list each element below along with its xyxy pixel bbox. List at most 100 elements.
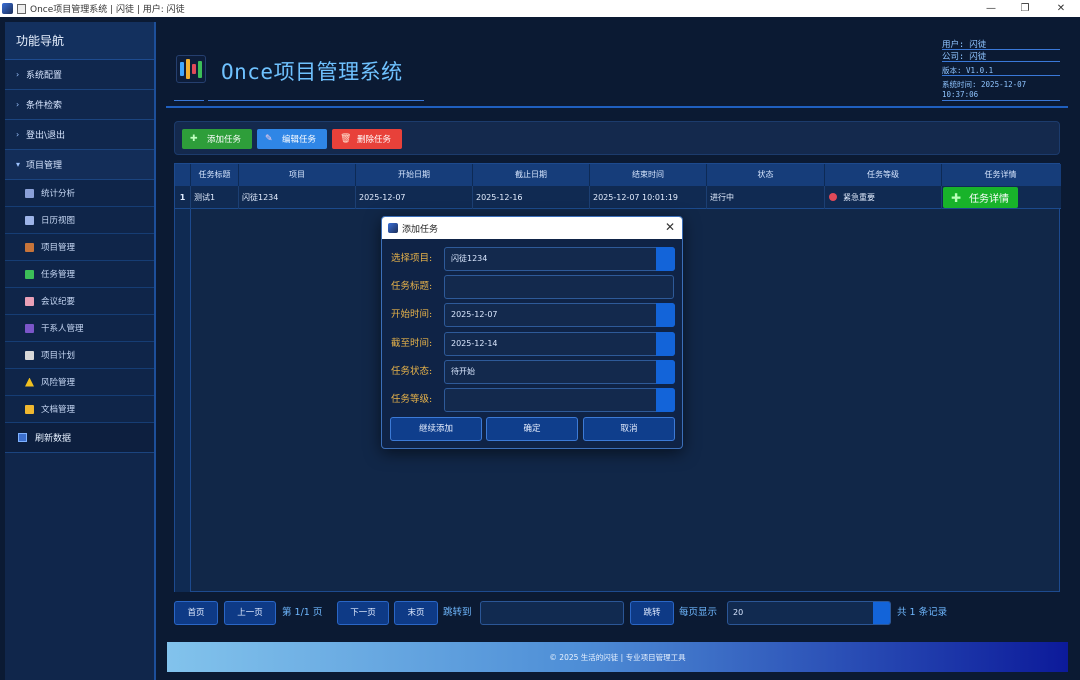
sidebar-subitem-statistics[interactable]: 统计分析 (5, 180, 154, 207)
sidebar-subitem-project-plan[interactable]: 项目计划 (5, 342, 154, 369)
last-page-button[interactable]: 末页 (394, 601, 438, 625)
deadline-date-picker[interactable]: 2025-12-14 (444, 332, 675, 356)
window-title-bar: Once项目管理系统 | 闪徒 | 用户: 闪徒 — ❐ ✕ (0, 0, 1080, 17)
column-header-title[interactable]: 任务标题 (191, 164, 239, 186)
sidebar-subitem-meeting-notes[interactable]: 会议纪要 (5, 288, 154, 315)
sidebar-subitem-risk[interactable]: 风险管理 (5, 369, 154, 396)
header: Once项目管理系统 用户: 闪徒 公司: 闪徒 版本: V1.0.1 系统时间… (166, 22, 1068, 108)
delete-task-label: 删除任务 (357, 135, 392, 145)
start-date-picker[interactable]: 2025-12-07 (444, 303, 675, 327)
sidebar-item-label: 条件检索 (26, 101, 63, 111)
dropdown-arrow-icon (656, 303, 675, 327)
refresh-data-button[interactable]: 刷新数据 (5, 423, 154, 453)
chevron-right-icon: › (16, 70, 20, 79)
sidebar-subitem-label: 项目计划 (41, 351, 76, 361)
system-time: 系统时间: 2025-12-07 10:37:06 (942, 80, 1027, 99)
cell-level-label: 紧急重要 (843, 193, 875, 202)
sidebar-subitem-label: 风险管理 (41, 378, 76, 388)
close-icon[interactable]: ✕ (665, 220, 675, 234)
document-icon (17, 3, 26, 14)
sidebar-item-logout[interactable]: › 登出\退出 (5, 120, 154, 150)
dialog-title: 添加任务 (402, 224, 439, 235)
app-icon (2, 3, 13, 14)
column-header-project[interactable]: 项目 (239, 164, 356, 186)
table-row[interactable]: 1 测试1 闪徒1234 2025-12-07 2025-12-16 2025-… (175, 186, 1061, 209)
add-task-button[interactable]: ✚ 添加任务 (182, 129, 252, 149)
add-task-dialog: 添加任务 ✕ 选择项目: 闪徒1234 任务标题: 开始时间: 2025-12-… (381, 216, 683, 449)
cell-deadline: 2025-12-16 (473, 186, 590, 209)
delete-task-button[interactable]: 🗑 删除任务 (332, 129, 402, 149)
sidebar-subitem-label: 项目管理 (41, 243, 76, 253)
sidebar-subitem-stakeholders[interactable]: 干系人管理 (5, 315, 154, 342)
jump-to-label: 跳转到 (443, 607, 472, 618)
plus-icon: ✚ (190, 133, 198, 144)
maximize-icon[interactable]: ❐ (1008, 0, 1042, 17)
sidebar-item-project-management[interactable]: ▾ 项目管理 (5, 150, 154, 180)
jump-button[interactable]: 跳转 (630, 601, 674, 625)
cell-title: 测试1 (191, 186, 239, 209)
per-page-select[interactable]: 20 (727, 601, 891, 625)
bar-chart-icon (25, 188, 34, 198)
task-detail-label: 任务详情 (969, 194, 1010, 205)
project-select-value: 闪徒1234 (451, 254, 488, 263)
cell-end-time: 2025-12-07 10:01:19 (590, 186, 707, 209)
header-divider (208, 100, 424, 101)
dropdown-arrow-icon (656, 247, 675, 271)
table-header-corner (175, 164, 191, 186)
column-header-deadline[interactable]: 截止日期 (473, 164, 590, 186)
sidebar-subitem-label: 会议纪要 (41, 297, 76, 307)
pagination: 首页 上一页 第 1/1 页 下一页 末页 跳转到 跳转 每页显示 20 共 1… (174, 600, 1060, 626)
field-row-level: 任务等级: (391, 388, 676, 412)
footer-text: © 2025 生活的闪徒 | 专业项目管理工具 (549, 652, 686, 662)
field-label: 任务状态: (391, 366, 433, 377)
dropdown-arrow-icon (873, 602, 890, 624)
continue-add-button[interactable]: 继续添加 (390, 417, 482, 441)
cancel-button[interactable]: 取消 (583, 417, 675, 441)
column-header-end-time[interactable]: 结束时间 (590, 164, 707, 186)
prev-page-button[interactable]: 上一页 (224, 601, 276, 625)
column-header-detail[interactable]: 任务详情 (942, 164, 1059, 186)
column-header-status[interactable]: 状态 (707, 164, 825, 186)
field-row-start: 开始时间: 2025-12-07 (391, 303, 676, 327)
sidebar-subitem-calendar[interactable]: 日历视图 (5, 207, 154, 234)
field-row-title: 任务标题: (391, 275, 676, 299)
start-date-value: 2025-12-07 (451, 310, 498, 319)
field-row-project: 选择项目: 闪徒1234 (391, 247, 676, 271)
field-label: 选择项目: (391, 253, 433, 264)
sidebar-subitem-projects[interactable]: 项目管理 (5, 234, 154, 261)
sidebar-item-label: 项目管理 (26, 161, 63, 171)
sidebar-subitem-tasks[interactable]: 任务管理 (5, 261, 154, 288)
first-page-button[interactable]: 首页 (174, 601, 218, 625)
task-detail-button[interactable]: ✚ 任务详情 (943, 187, 1018, 208)
sidebar-subitem-documents[interactable]: 文档管理 (5, 396, 154, 423)
row-number-column (175, 186, 191, 592)
app-icon (388, 223, 398, 233)
sidebar-item-search[interactable]: › 条件检索 (5, 90, 154, 120)
edit-task-button[interactable]: ✎ 编辑任务 (257, 129, 327, 149)
page-info: 第 1/1 页 (282, 607, 323, 618)
app-logo-icon (176, 55, 206, 83)
sidebar-subitem-label: 任务管理 (41, 270, 76, 280)
next-page-button[interactable]: 下一页 (337, 601, 389, 625)
minimize-icon[interactable]: — (974, 0, 1008, 17)
deadline-date-value: 2025-12-14 (451, 339, 498, 348)
close-icon[interactable]: ✕ (1044, 0, 1078, 17)
field-row-deadline: 截至时间: 2025-12-14 (391, 332, 676, 356)
jump-page-input[interactable] (480, 601, 624, 625)
warning-icon (25, 377, 34, 387)
level-select[interactable] (444, 388, 675, 412)
project-select[interactable]: 闪徒1234 (444, 247, 675, 271)
column-header-start-date[interactable]: 开始日期 (356, 164, 473, 186)
task-title-input[interactable] (444, 275, 674, 299)
sidebar-item-label: 系统配置 (26, 71, 63, 81)
ok-button[interactable]: 确定 (486, 417, 578, 441)
add-task-label: 添加任务 (207, 135, 242, 145)
per-page-value: 20 (733, 608, 744, 617)
priority-dot-icon (829, 193, 837, 201)
calendar-icon (25, 215, 34, 225)
column-header-level[interactable]: 任务等级 (825, 164, 942, 186)
people-icon (25, 323, 34, 333)
status-select[interactable]: 待开始 (444, 360, 675, 384)
cell-status: 进行中 (707, 186, 825, 209)
sidebar-item-system-config[interactable]: › 系统配置 (5, 60, 154, 90)
